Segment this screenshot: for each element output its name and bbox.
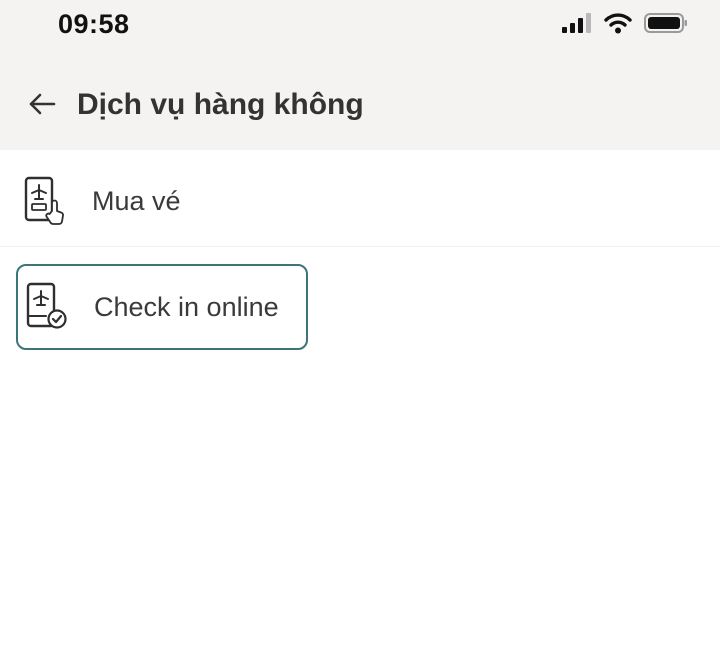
signal-icon	[562, 12, 592, 38]
mobile-flight-checkin-icon	[24, 281, 68, 333]
menu-item-label: Mua vé	[92, 185, 181, 216]
wifi-icon	[604, 12, 632, 39]
divider	[0, 246, 720, 247]
battery-icon	[644, 12, 688, 39]
mobile-flight-ticket-tap-icon	[22, 175, 66, 227]
status-icons	[562, 12, 688, 38]
menu-item-buy-ticket[interactable]: Mua vé	[16, 158, 308, 244]
back-button[interactable]	[26, 90, 58, 122]
menu-item-check-in-online[interactable]: Check in online	[16, 264, 308, 350]
page-title: Dịch vụ hàng không	[77, 88, 364, 121]
arrow-left-icon	[28, 92, 56, 121]
status-bar: 09:58	[0, 0, 720, 50]
status-time: 09:58	[58, 9, 130, 39]
app-header: Dịch vụ hàng không	[0, 80, 720, 134]
menu-item-label: Check in online	[94, 291, 279, 322]
